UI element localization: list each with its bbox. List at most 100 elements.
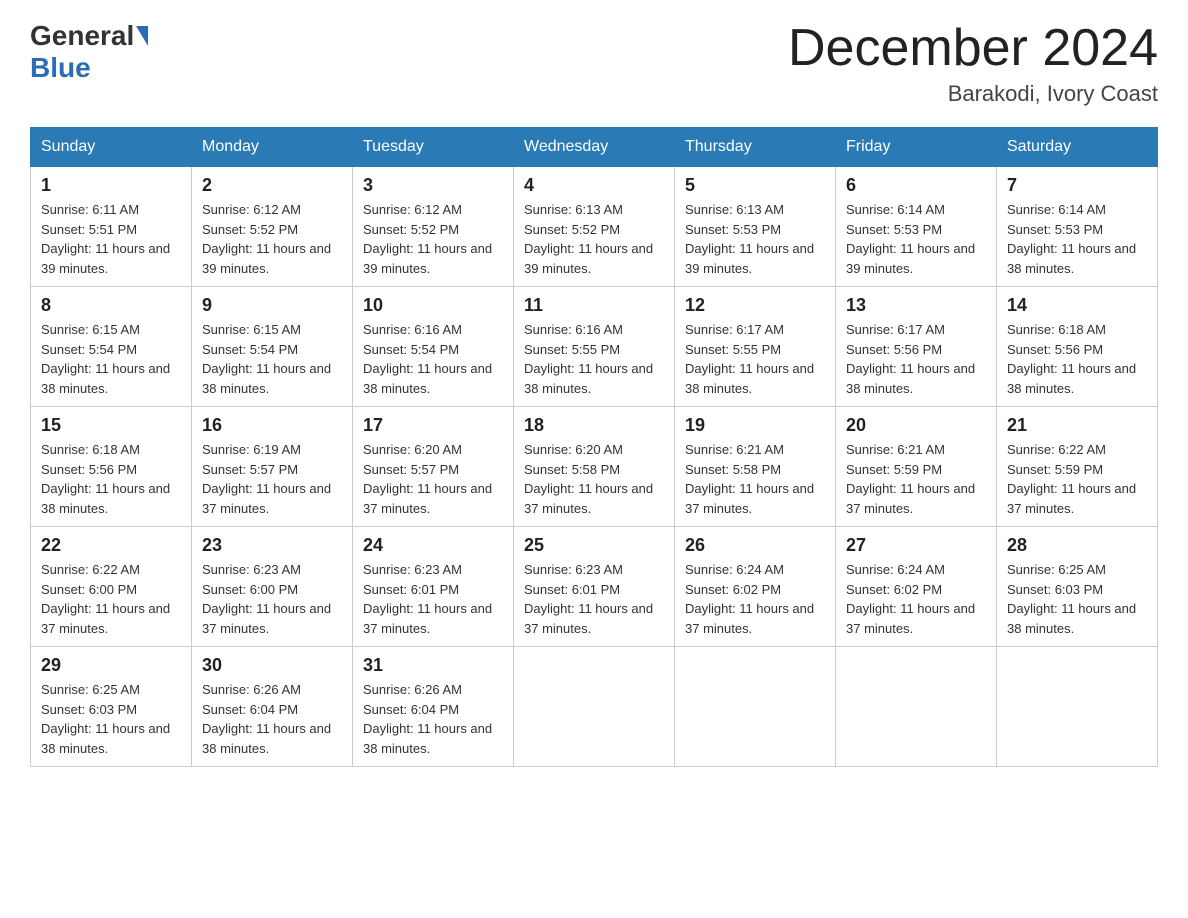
day-number: 30 <box>202 655 342 676</box>
calendar-cell: 26Sunrise: 6:24 AMSunset: 6:02 PMDayligh… <box>675 527 836 647</box>
location-text: Barakodi, Ivory Coast <box>788 81 1158 107</box>
day-info: Sunrise: 6:12 AMSunset: 5:52 PMDaylight:… <box>202 200 342 278</box>
day-number: 18 <box>524 415 664 436</box>
calendar-cell: 21 Sunrise: 6:22 AMSunset: 5:59 PMDayligh… <box>997 407 1158 527</box>
calendar-cell: 4Sunrise: 6:13 AMSunset: 5:52 PMDaylight… <box>514 167 675 287</box>
calendar-header-tuesday: Tuesday <box>353 128 514 167</box>
calendar-cell: 20 Sunrise: 6:21 AMSunset: 5:59 PMDayligh… <box>836 407 997 527</box>
calendar-week-row: 29Sunrise: 6:25 AMSunset: 6:03 PMDayligh… <box>31 647 1158 767</box>
day-number: 19 <box>685 415 825 436</box>
calendar-cell <box>514 647 675 767</box>
day-info: Sunrise: 6:17 AMSunset: 5:56 PMDaylight:… <box>846 320 986 398</box>
calendar-cell: 28 Sunrise: 6:25 AMSunset: 6:03 PMDayligh… <box>997 527 1158 647</box>
day-info: Sunrise: 6:21 AMSunset: 5:59 PMDaylight:… <box>846 440 986 518</box>
day-info: Sunrise: 6:26 AMSunset: 6:04 PMDaylight:… <box>363 680 503 758</box>
calendar-cell: 7 Sunrise: 6:14 AMSunset: 5:53 PMDaylight… <box>997 167 1158 287</box>
day-number: 7 <box>1007 175 1147 196</box>
calendar-week-row: 1Sunrise: 6:11 AMSunset: 5:51 PMDaylight… <box>31 167 1158 287</box>
calendar-cell: 8 Sunrise: 6:15 AMSunset: 5:54 PMDaylight… <box>31 287 192 407</box>
calendar-cell: 10 Sunrise: 6:16 AMSunset: 5:54 PMDayligh… <box>353 287 514 407</box>
logo-arrow-icon <box>136 26 148 46</box>
day-number: 11 <box>524 295 664 316</box>
day-number: 22 <box>41 535 181 556</box>
day-info: Sunrise: 6:23 AMSunset: 6:01 PMDaylight:… <box>363 560 503 638</box>
day-number: 12 <box>685 295 825 316</box>
logo-blue-text: Blue <box>30 52 91 84</box>
day-number: 27 <box>846 535 986 556</box>
day-info: Sunrise: 6:20 AMSunset: 5:58 PMDaylight:… <box>524 440 664 518</box>
day-number: 3 <box>363 175 503 196</box>
day-info: Sunrise: 6:14 AMSunset: 5:53 PMDaylight:… <box>846 200 986 278</box>
day-info: Sunrise: 6:15 AMSunset: 5:54 PMDaylight:… <box>41 320 181 398</box>
day-info: Sunrise: 6:14 AMSunset: 5:53 PMDaylight:… <box>1007 200 1147 278</box>
day-number: 31 <box>363 655 503 676</box>
calendar-cell: 29Sunrise: 6:25 AMSunset: 6:03 PMDayligh… <box>31 647 192 767</box>
calendar-week-row: 15Sunrise: 6:18 AMSunset: 5:56 PMDayligh… <box>31 407 1158 527</box>
day-info: Sunrise: 6:17 AMSunset: 5:55 PMDaylight:… <box>685 320 825 398</box>
calendar-header-sunday: Sunday <box>31 128 192 167</box>
calendar-cell: 1Sunrise: 6:11 AMSunset: 5:51 PMDaylight… <box>31 167 192 287</box>
day-number: 13 <box>846 295 986 316</box>
day-number: 16 <box>202 415 342 436</box>
day-number: 2 <box>202 175 342 196</box>
day-info: Sunrise: 6:25 AMSunset: 6:03 PMDaylight:… <box>1007 560 1147 638</box>
calendar-cell: 25Sunrise: 6:23 AMSunset: 6:01 PMDayligh… <box>514 527 675 647</box>
day-number: 5 <box>685 175 825 196</box>
day-info: Sunrise: 6:13 AMSunset: 5:52 PMDaylight:… <box>524 200 664 278</box>
day-number: 24 <box>363 535 503 556</box>
calendar-cell: 15Sunrise: 6:18 AMSunset: 5:56 PMDayligh… <box>31 407 192 527</box>
calendar-cell <box>997 647 1158 767</box>
calendar-cell: 23 Sunrise: 6:23 AMSunset: 6:00 PMDayligh… <box>192 527 353 647</box>
day-info: Sunrise: 6:23 AMSunset: 6:00 PMDaylight:… <box>202 560 342 638</box>
calendar-cell: 9Sunrise: 6:15 AMSunset: 5:54 PMDaylight… <box>192 287 353 407</box>
logo: General Blue <box>30 20 150 84</box>
day-number: 21 <box>1007 415 1147 436</box>
day-number: 8 <box>41 295 181 316</box>
month-title: December 2024 <box>788 20 1158 77</box>
calendar-cell: 2 Sunrise: 6:12 AMSunset: 5:52 PMDaylight… <box>192 167 353 287</box>
calendar-cell: 14Sunrise: 6:18 AMSunset: 5:56 PMDayligh… <box>997 287 1158 407</box>
day-number: 25 <box>524 535 664 556</box>
calendar-cell <box>675 647 836 767</box>
calendar-cell: 24 Sunrise: 6:23 AMSunset: 6:01 PMDayligh… <box>353 527 514 647</box>
calendar-cell: 31 Sunrise: 6:26 AMSunset: 6:04 PMDayligh… <box>353 647 514 767</box>
calendar-cell: 3 Sunrise: 6:12 AMSunset: 5:52 PMDaylight… <box>353 167 514 287</box>
calendar-cell: 18 Sunrise: 6:20 AMSunset: 5:58 PMDayligh… <box>514 407 675 527</box>
day-number: 9 <box>202 295 342 316</box>
calendar-cell: 30Sunrise: 6:26 AMSunset: 6:04 PMDayligh… <box>192 647 353 767</box>
day-info: Sunrise: 6:18 AMSunset: 5:56 PMDaylight:… <box>41 440 181 518</box>
calendar-cell: 5 Sunrise: 6:13 AMSunset: 5:53 PMDaylight… <box>675 167 836 287</box>
calendar-cell: 19Sunrise: 6:21 AMSunset: 5:58 PMDayligh… <box>675 407 836 527</box>
day-info: Sunrise: 6:16 AMSunset: 5:55 PMDaylight:… <box>524 320 664 398</box>
day-number: 10 <box>363 295 503 316</box>
day-number: 29 <box>41 655 181 676</box>
day-info: Sunrise: 6:20 AMSunset: 5:57 PMDaylight:… <box>363 440 503 518</box>
calendar-cell: 12 Sunrise: 6:17 AMSunset: 5:55 PMDayligh… <box>675 287 836 407</box>
day-info: Sunrise: 6:12 AMSunset: 5:52 PMDaylight:… <box>363 200 503 278</box>
calendar-header-wednesday: Wednesday <box>514 128 675 167</box>
day-number: 20 <box>846 415 986 436</box>
title-section: December 2024 Barakodi, Ivory Coast <box>788 20 1158 107</box>
day-number: 17 <box>363 415 503 436</box>
day-info: Sunrise: 6:16 AMSunset: 5:54 PMDaylight:… <box>363 320 503 398</box>
calendar-cell: 6Sunrise: 6:14 AMSunset: 5:53 PMDaylight… <box>836 167 997 287</box>
calendar-header-monday: Monday <box>192 128 353 167</box>
day-number: 23 <box>202 535 342 556</box>
day-info: Sunrise: 6:24 AMSunset: 6:02 PMDaylight:… <box>685 560 825 638</box>
calendar-cell: 17 Sunrise: 6:20 AMSunset: 5:57 PMDayligh… <box>353 407 514 527</box>
calendar-cell: 11 Sunrise: 6:16 AMSunset: 5:55 PMDayligh… <box>514 287 675 407</box>
page-header: General Blue December 2024 Barakodi, Ivo… <box>30 20 1158 107</box>
calendar-header-friday: Friday <box>836 128 997 167</box>
calendar-header-thursday: Thursday <box>675 128 836 167</box>
day-number: 1 <box>41 175 181 196</box>
day-info: Sunrise: 6:22 AMSunset: 5:59 PMDaylight:… <box>1007 440 1147 518</box>
calendar-cell: 13 Sunrise: 6:17 AMSunset: 5:56 PMDayligh… <box>836 287 997 407</box>
calendar-cell: 16 Sunrise: 6:19 AMSunset: 5:57 PMDayligh… <box>192 407 353 527</box>
day-info: Sunrise: 6:19 AMSunset: 5:57 PMDaylight:… <box>202 440 342 518</box>
calendar-cell <box>836 647 997 767</box>
day-info: Sunrise: 6:13 AMSunset: 5:53 PMDaylight:… <box>685 200 825 278</box>
day-number: 14 <box>1007 295 1147 316</box>
calendar-table: SundayMondayTuesdayWednesdayThursdayFrid… <box>30 127 1158 767</box>
calendar-week-row: 22Sunrise: 6:22 AMSunset: 6:00 PMDayligh… <box>31 527 1158 647</box>
day-number: 28 <box>1007 535 1147 556</box>
